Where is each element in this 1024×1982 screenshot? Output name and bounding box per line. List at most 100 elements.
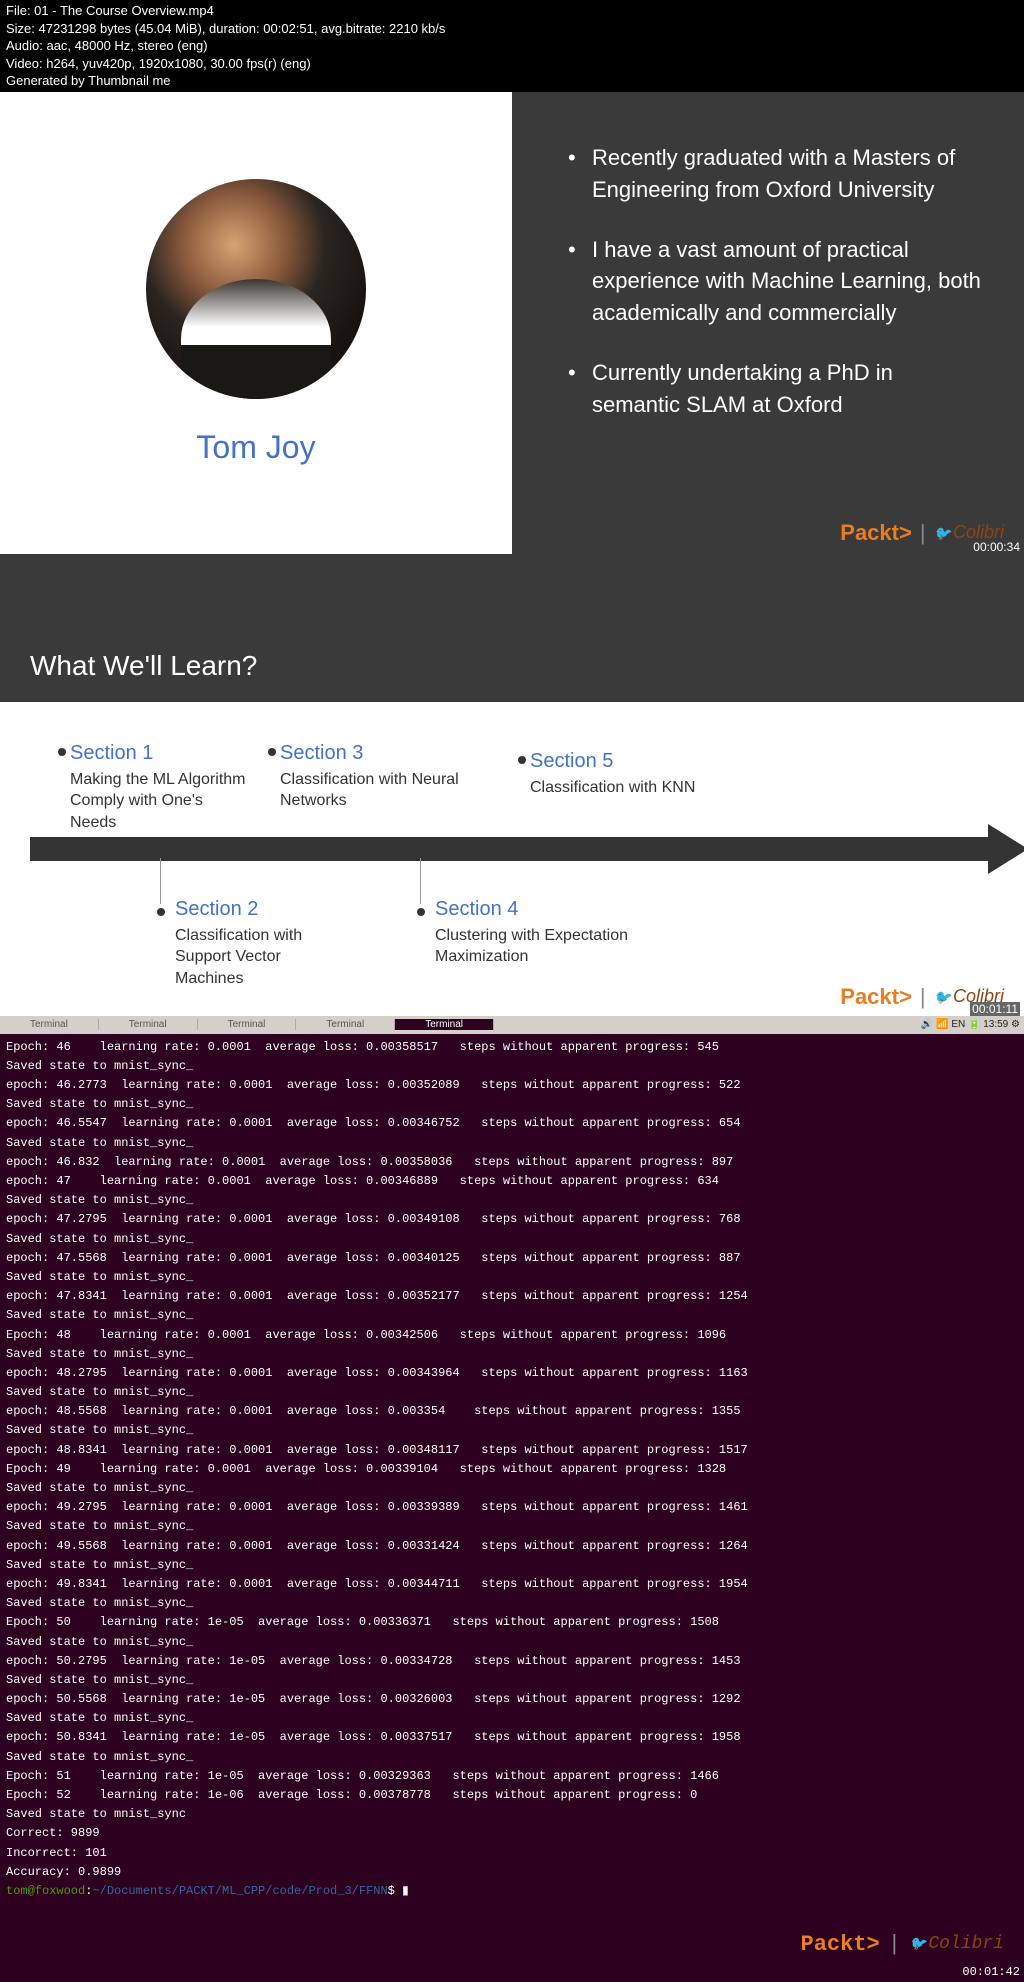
terminal-line: Epoch: 51 learning rate: 1e-05 average l… [6, 1767, 1018, 1786]
terminal-line: Accuracy: 0.9899 [6, 1863, 1018, 1882]
system-tray[interactable]: 🔊 📶 EN 🔋 13:59 ⚙ [921, 1019, 1020, 1030]
terminal-line: epoch: 48.8341 learning rate: 0.0001 ave… [6, 1441, 1018, 1460]
terminal-line: Saved state to mnist_sync_ [6, 1517, 1018, 1536]
brand-separator: | [920, 520, 926, 546]
terminal-line: Incorrect: 101 [6, 1844, 1018, 1863]
timeline-dot-icon [157, 908, 165, 916]
terminal-line: Saved state to mnist_sync_ [6, 1594, 1018, 1613]
author-photo [146, 179, 366, 399]
terminal-line: epoch: 49.8341 learning rate: 0.0001 ave… [6, 1575, 1018, 1594]
brand-separator: | [920, 984, 926, 1010]
terminal-line: Saved state to mnist_sync_ [6, 1383, 1018, 1402]
author-name: Tom Joy [196, 429, 315, 466]
timeline-section-1: Section 1 Making the ML Algorithm Comply… [70, 742, 250, 834]
terminal-line: Saved state to mnist_sync_ [6, 1095, 1018, 1114]
terminal-line: Epoch: 46 learning rate: 0.0001 average … [6, 1038, 1018, 1057]
author-panel: Tom Joy [0, 92, 512, 554]
terminal-line: Saved state to mnist_sync_ [6, 1134, 1018, 1153]
author-bio-panel: Recently graduated with a Masters of Eng… [512, 92, 1024, 554]
section-desc: Making the ML Algorithm Comply with One'… [70, 769, 250, 834]
terminal-line: Saved state to mnist_sync_ [6, 1306, 1018, 1325]
terminal-screenshot: Terminal Terminal Terminal Terminal Term… [0, 1016, 1024, 1982]
terminal-line: epoch: 46.5547 learning rate: 0.0001 ave… [6, 1114, 1018, 1133]
terminal-line: Epoch: 48 learning rate: 0.0001 average … [6, 1326, 1018, 1345]
slide-author-intro: Tom Joy Recently graduated with a Master… [0, 92, 1024, 554]
terminal-tab-active[interactable]: Terminal [395, 1019, 494, 1030]
section-title: Section 1 [70, 742, 250, 765]
prompt-user: tom@foxwood [6, 1884, 85, 1898]
section-title: Section 5 [530, 750, 730, 773]
terminal-line: epoch: 48.2795 learning rate: 0.0001 ave… [6, 1364, 1018, 1383]
terminal-line: Saved state to mnist_sync_ [6, 1748, 1018, 1767]
terminal-line: epoch: 48.5568 learning rate: 0.0001 ave… [6, 1402, 1018, 1421]
terminal-line: Saved state to mnist_sync_ [6, 1191, 1018, 1210]
timeline-section-5: Section 5 Classification with KNN [530, 750, 730, 799]
terminal-tab[interactable]: Terminal [0, 1019, 99, 1030]
meta-size: Size: 47231298 bytes (45.04 MiB), durati… [6, 20, 1018, 38]
prompt-path: ~/Documents/PACKT/ML_CPP/code/Prod_3/FFN… [92, 1884, 387, 1898]
section-desc: Classification with Support Vector Machi… [175, 925, 335, 990]
terminal-tab-bar: Terminal Terminal Terminal Terminal Term… [0, 1016, 1024, 1034]
terminal-line: Saved state to mnist_sync_ [6, 1671, 1018, 1690]
timeline-dot-icon [518, 756, 526, 764]
terminal-tab[interactable]: Terminal [296, 1019, 395, 1030]
terminal-line: Saved state to mnist_sync_ [6, 1421, 1018, 1440]
timeline-arrow-head-icon [988, 824, 1024, 874]
meta-file: File: 01 - The Course Overview.mp4 [6, 2, 1018, 20]
video-meta-header: File: 01 - The Course Overview.mp4 Size:… [0, 0, 1024, 92]
packt-logo: Packt> [840, 984, 912, 1010]
brand-footer: Packt> | Colibri [801, 1927, 1004, 1962]
meta-generated: Generated by Thumbnail me [6, 72, 1018, 90]
terminal-line: epoch: 47.2795 learning rate: 0.0001 ave… [6, 1210, 1018, 1229]
timestamp: 00:00:34 [973, 540, 1020, 554]
terminal-line: Saved state to mnist_sync_ [6, 1057, 1018, 1076]
terminal-line: epoch: 46.2773 learning rate: 0.0001 ave… [6, 1076, 1018, 1095]
bio-bullet: Recently graduated with a Masters of Eng… [572, 142, 984, 206]
section-desc: Classification with KNN [530, 777, 730, 799]
slide-timeline: Section 1 Making the ML Algorithm Comply… [0, 702, 1024, 1016]
terminal-prompt[interactable]: tom@foxwood:~/Documents/PACKT/ML_CPP/cod… [6, 1882, 1018, 1901]
terminal-tab[interactable]: Terminal [198, 1019, 297, 1030]
terminal-line: epoch: 49.2795 learning rate: 0.0001 ave… [6, 1498, 1018, 1517]
terminal-line: Saved state to mnist_sync [6, 1805, 1018, 1824]
terminal-line: epoch: 50.8341 learning rate: 1e-05 aver… [6, 1728, 1018, 1747]
terminal-line: Epoch: 49 learning rate: 0.0001 average … [6, 1460, 1018, 1479]
terminal-line: Saved state to mnist_sync_ [6, 1268, 1018, 1287]
terminal-line: epoch: 47 learning rate: 0.0001 average … [6, 1172, 1018, 1191]
section-desc: Classification with Neural Networks [280, 769, 480, 812]
terminal-line: Epoch: 52 learning rate: 1e-06 average l… [6, 1786, 1018, 1805]
timeline-arrow-shaft [30, 837, 1004, 861]
terminal-line: Saved state to mnist_sync_ [6, 1633, 1018, 1652]
terminal-output[interactable]: Epoch: 46 learning rate: 0.0001 average … [0, 1034, 1024, 1982]
terminal-line: epoch: 47.8341 learning rate: 0.0001 ave… [6, 1287, 1018, 1306]
slide-what-learn-header: What We'll Learn? [0, 554, 1024, 702]
section-title: Section 2 [175, 898, 335, 921]
terminal-line: Saved state to mnist_sync_ [6, 1230, 1018, 1249]
packt-logo: Packt> [801, 1927, 880, 1962]
brand-separator: | [888, 1927, 901, 1962]
meta-video: Video: h264, yuv420p, 1920x1080, 30.00 f… [6, 55, 1018, 73]
section-desc: Clustering with Expectation Maximization [435, 925, 635, 968]
bio-bullet: Currently undertaking a PhD in semantic … [572, 357, 984, 421]
terminal-line: Correct: 9899 [6, 1824, 1018, 1843]
section-title: Section 4 [435, 898, 635, 921]
timeline-connector [160, 858, 161, 904]
terminal-line: epoch: 50.2795 learning rate: 1e-05 aver… [6, 1652, 1018, 1671]
timeline-dot-icon [58, 748, 66, 756]
meta-audio: Audio: aac, 48000 Hz, stereo (eng) [6, 37, 1018, 55]
timestamp: 00:01:11 [970, 1002, 1020, 1016]
section-title: Section 3 [280, 742, 480, 765]
timeline-section-4: Section 4 Clustering with Expectation Ma… [435, 898, 635, 968]
timestamp: 00:01:42 [962, 1963, 1020, 1982]
terminal-tab[interactable]: Terminal [99, 1019, 198, 1030]
terminal-line: epoch: 47.5568 learning rate: 0.0001 ave… [6, 1249, 1018, 1268]
timeline-dot-icon [417, 908, 425, 916]
slide-title: What We'll Learn? [30, 650, 257, 682]
packt-logo: Packt> [840, 520, 912, 546]
timeline-connector [420, 858, 421, 904]
timeline-section-3: Section 3 Classification with Neural Net… [280, 742, 480, 812]
terminal-line: Saved state to mnist_sync_ [6, 1479, 1018, 1498]
terminal-line: Saved state to mnist_sync_ [6, 1556, 1018, 1575]
terminal-line: Epoch: 50 learning rate: 1e-05 average l… [6, 1613, 1018, 1632]
terminal-line: epoch: 49.5568 learning rate: 0.0001 ave… [6, 1537, 1018, 1556]
